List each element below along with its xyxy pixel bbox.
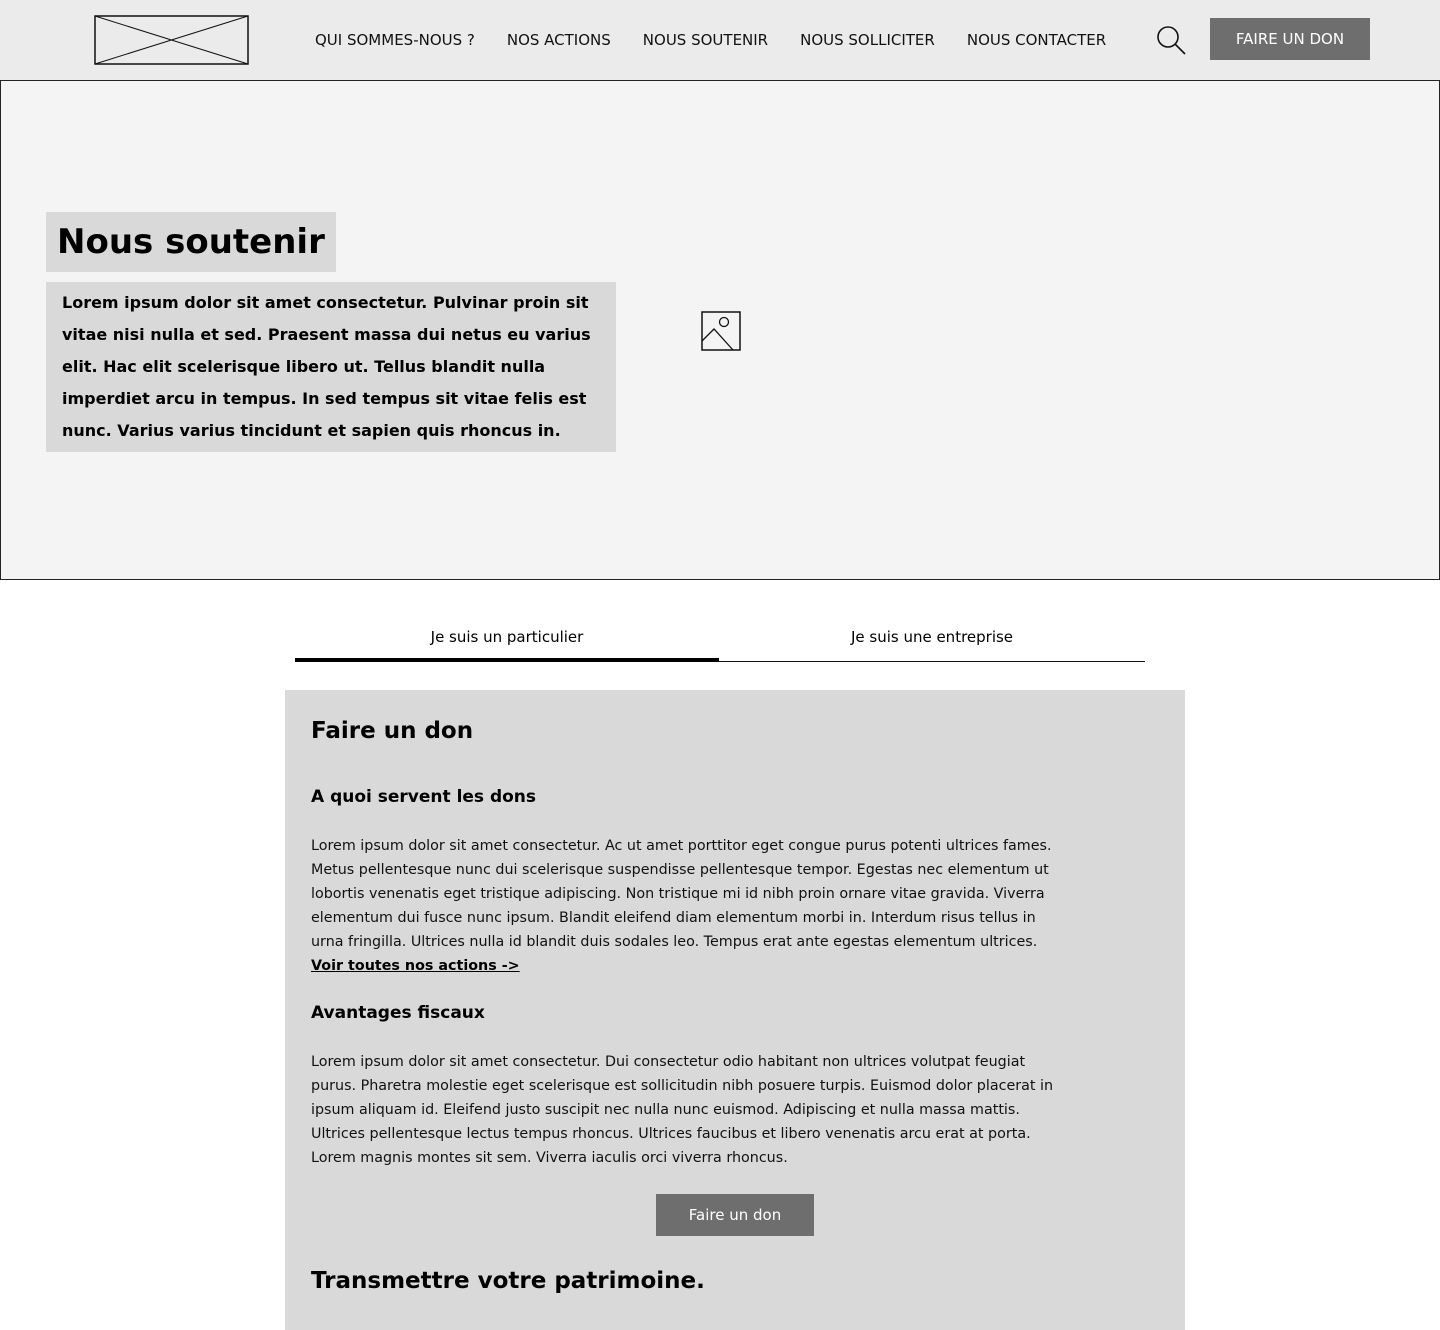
main-nav: QUI SOMMES-NOUS ? NOS ACTIONS NOUS SOUTE… xyxy=(315,0,1106,80)
tab-entreprise[interactable]: Je suis une entreprise xyxy=(719,620,1145,661)
see-all-actions-link[interactable]: Voir toutes nos actions -> xyxy=(311,958,520,974)
hero-section: Nous soutenir Lorem ipsum dolor sit amet… xyxy=(0,80,1440,580)
site-header: QUI SOMMES-NOUS ? NOS ACTIONS NOUS SOUTE… xyxy=(0,0,1440,80)
nav-item-nous-soutenir[interactable]: NOUS SOUTENIR xyxy=(643,31,768,49)
section-title-avantages: Avantages fiscaux xyxy=(311,1003,485,1023)
hero-text: Lorem ipsum dolor sit amet consectetur. … xyxy=(46,282,616,452)
image-placeholder-icon xyxy=(701,311,741,351)
section-text-dons: Lorem ipsum dolor sit amet consectetur. … xyxy=(311,834,1056,978)
section-text-avantages: Lorem ipsum dolor sit amet consectetur. … xyxy=(311,1054,1054,1166)
donate-button[interactable]: FAIRE UN DON xyxy=(1210,18,1370,60)
panel-title: Faire un don xyxy=(311,718,474,744)
audience-tabs: Je suis un particulier Je suis une entre… xyxy=(295,620,1145,662)
section-text-dons-body: Lorem ipsum dolor sit amet consectetur. … xyxy=(311,838,1052,950)
page-title: Nous soutenir xyxy=(46,212,336,272)
nav-item-nous-solliciter[interactable]: NOUS SOLLICITER xyxy=(800,31,935,49)
panel-donate-button[interactable]: Faire un don xyxy=(656,1194,814,1236)
section-title-dons: A quoi servent les dons xyxy=(311,787,537,807)
tab-content-panel: Faire un don A quoi servent les dons Lor… xyxy=(285,690,1185,1330)
logo-placeholder-icon[interactable] xyxy=(94,15,249,65)
search-icon[interactable] xyxy=(1155,24,1187,56)
nav-item-qui-sommes-nous[interactable]: QUI SOMMES-NOUS ? xyxy=(315,31,475,49)
nav-item-nos-actions[interactable]: NOS ACTIONS xyxy=(507,31,611,49)
section-title-patrimoine: Transmettre votre patrimoine. xyxy=(311,1268,705,1294)
nav-item-nous-contacter[interactable]: NOUS CONTACTER xyxy=(967,31,1106,49)
tab-particulier[interactable]: Je suis un particulier xyxy=(295,620,719,662)
